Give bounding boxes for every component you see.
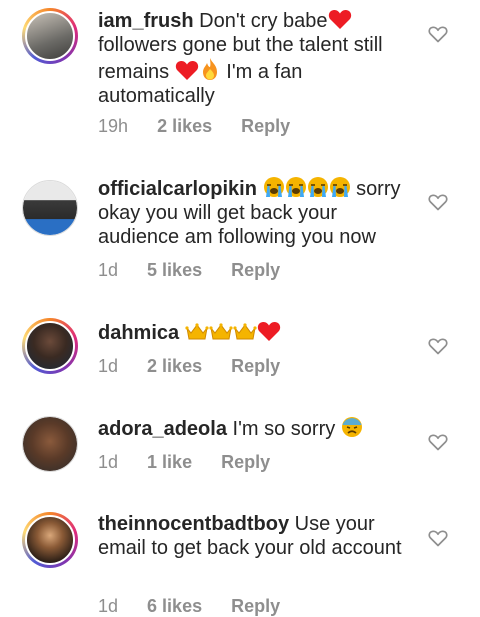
likes-count[interactable]: 6 likes [147, 596, 202, 617]
loudly-crying-face-emoji [263, 177, 284, 197]
comment-username[interactable]: adora_adeola [98, 418, 227, 440]
reply-button[interactable]: Reply [231, 356, 280, 377]
like-heart-icon[interactable] [428, 432, 448, 452]
comment-body: iam_frush Don't cry babe followers gone … [98, 8, 410, 108]
comment-username[interactable]: officialcarlopikin [98, 178, 257, 200]
comment-time: 1d [98, 596, 119, 616]
avatar[interactable] [22, 416, 78, 472]
comment-body: theinnocentbadtboy Use your email to get… [98, 512, 410, 560]
likes-count[interactable]: 5 likes [147, 260, 202, 281]
like-heart-icon[interactable] [428, 336, 448, 356]
red-heart-emoji [175, 60, 198, 80]
comment-username[interactable]: dahmica [98, 322, 179, 344]
red-heart-emoji [328, 9, 351, 29]
avatar[interactable] [22, 512, 78, 568]
fire-emoji [202, 58, 217, 80]
comment-time: 1d [98, 260, 119, 280]
comment-time: 19h [98, 116, 129, 136]
like-heart-icon[interactable] [428, 192, 448, 212]
crown-emoji [185, 323, 209, 340]
avatar[interactable] [22, 180, 78, 236]
comment-text: Don't cry babe [199, 10, 328, 32]
comment-meta: 19h 2 likes Reply [98, 116, 314, 137]
reply-button[interactable]: Reply [221, 452, 270, 473]
loudly-crying-face-emoji [285, 177, 306, 197]
crown-emoji [233, 323, 257, 340]
comment-meta: 1d 6 likes Reply [98, 596, 304, 617]
loudly-crying-face-emoji [307, 177, 328, 197]
avatar[interactable] [22, 318, 78, 374]
red-heart-emoji [257, 321, 280, 341]
likes-count[interactable]: 1 like [147, 452, 192, 473]
like-heart-icon[interactable] [428, 24, 448, 44]
likes-count[interactable]: 2 likes [147, 356, 202, 377]
comment-body: adora_adeola I'm so sorry [98, 416, 410, 441]
comment-time: 1d [98, 452, 119, 472]
reply-button[interactable]: Reply [241, 116, 290, 137]
comment-meta: 1d 5 likes Reply [98, 260, 304, 281]
sad-sweat-face-emoji [341, 417, 362, 437]
comment-username[interactable]: iam_frush [98, 10, 194, 32]
comment-meta: 1d 1 like Reply [98, 452, 294, 473]
comment-body: dahmica [98, 320, 410, 345]
comment-text: I'm so sorry [232, 418, 336, 440]
comment-username[interactable]: theinnocentbadtboy [98, 513, 289, 535]
comment-time: 1d [98, 356, 119, 376]
comment-body: officialcarlopikin sorry okay you will g… [98, 176, 410, 249]
reply-button[interactable]: Reply [231, 596, 280, 617]
reply-button[interactable]: Reply [231, 260, 280, 281]
loudly-crying-face-emoji [329, 177, 350, 197]
like-heart-icon[interactable] [428, 528, 448, 548]
avatar[interactable] [22, 8, 78, 64]
crown-emoji [209, 323, 233, 340]
likes-count[interactable]: 2 likes [157, 116, 212, 137]
comment-meta: 1d 2 likes Reply [98, 356, 304, 377]
